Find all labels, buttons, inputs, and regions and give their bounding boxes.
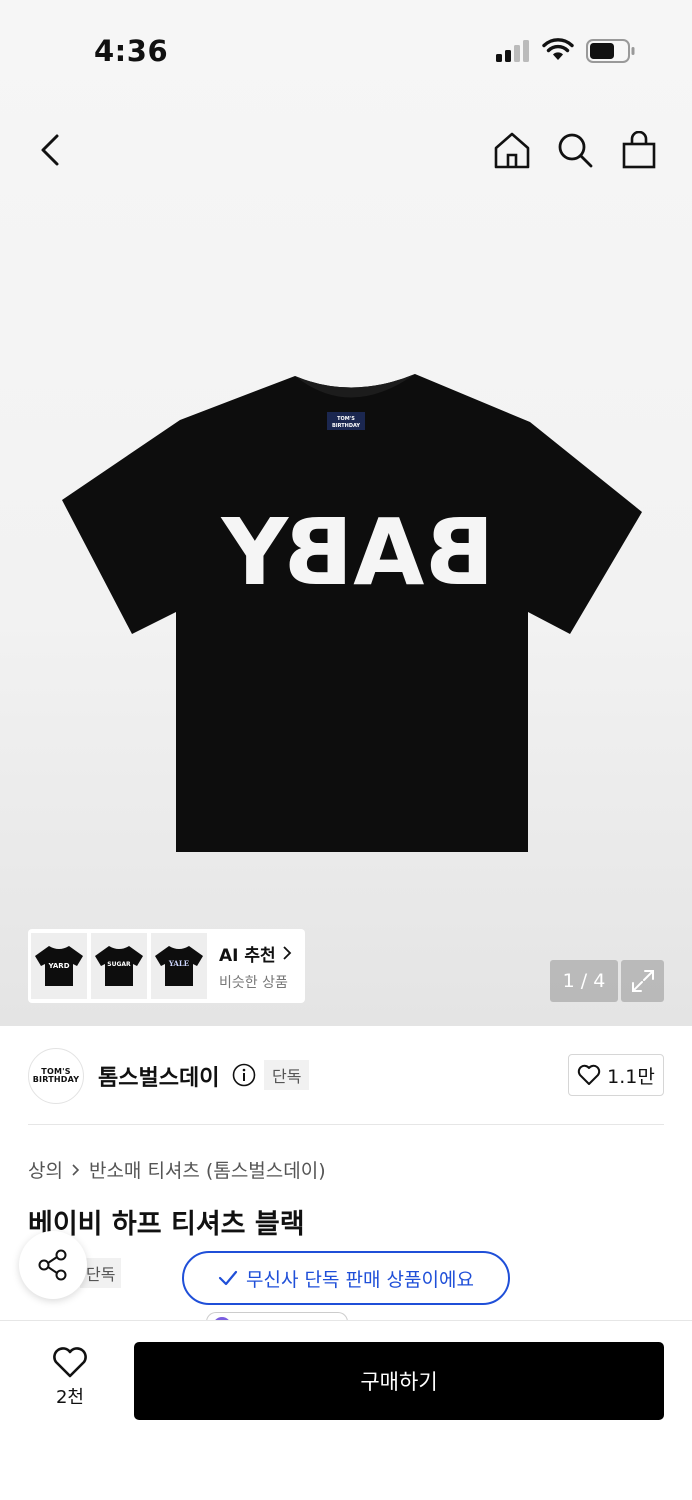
status-bar: 4:36 xyxy=(0,0,692,100)
breadcrumb-subcategory[interactable]: 반소매 티셔츠 (톰스벌스데이) xyxy=(89,1156,326,1183)
search-icon xyxy=(558,133,593,168)
chevron-right-icon xyxy=(283,946,291,960)
ai-recommend-card[interactable]: YARD SUGAR YALE AI 추천 비슷한 상품 xyxy=(28,929,305,1003)
svg-text:SUGAR: SUGAR xyxy=(107,961,131,968)
breadcrumb: 상의 반소매 티셔츠 (톰스벌스데이) xyxy=(28,1156,326,1183)
expand-image-button[interactable] xyxy=(621,960,664,1002)
product-image-area[interactable]: 4:36 TOM'S BIRTHDAY BABY YARD SUGAR YALE… xyxy=(0,0,692,1026)
ai-recommend-text: AI 추천 비슷한 상품 xyxy=(219,941,292,992)
check-icon xyxy=(218,1270,238,1286)
recommend-thumbnail[interactable]: SUGAR xyxy=(91,933,147,999)
toast-message: 무신사 단독 판매 상품이에요 xyxy=(246,1268,474,1291)
brand-like-count: 1.1만 xyxy=(607,1065,655,1088)
brand-row: TOM'S BIRTHDAY 톰스벌스데이 단독 1.1만 xyxy=(28,1046,664,1106)
shirt-print-text: BABY xyxy=(220,499,494,606)
bottom-action-bar: 2천 구매하기 xyxy=(0,1320,692,1500)
heart-icon xyxy=(53,1347,87,1378)
top-nav xyxy=(0,120,692,180)
expand-icon xyxy=(631,970,654,992)
wifi-icon xyxy=(542,38,574,60)
wishlist-button[interactable]: 2천 xyxy=(40,1347,100,1409)
brand-logo-line2: BIRTHDAY xyxy=(32,1075,80,1084)
share-button[interactable] xyxy=(19,1231,87,1299)
chevron-left-icon xyxy=(41,134,59,166)
chevron-right-icon xyxy=(72,1163,80,1176)
shopping-bag-icon xyxy=(622,131,656,169)
svg-text:YALE: YALE xyxy=(168,959,189,968)
home-button[interactable] xyxy=(490,128,534,172)
wishlist-count: 2천 xyxy=(55,1387,84,1408)
heart-icon xyxy=(577,1064,601,1085)
neck-label-line2: BIRTHDAY xyxy=(332,423,360,429)
info-icon[interactable] xyxy=(232,1063,256,1087)
brand-logo[interactable]: TOM'S BIRTHDAY xyxy=(28,1048,84,1104)
ai-recommend-subtitle: 비슷한 상품 xyxy=(219,974,288,991)
neck-label-line1: TOM'S xyxy=(337,416,355,422)
brand-like-button[interactable]: 1.1만 xyxy=(568,1054,664,1096)
product-image: TOM'S BIRTHDAY BABY xyxy=(62,374,642,852)
image-counter: 1 / 4 xyxy=(550,960,618,1002)
brand-name[interactable]: 톰스벌스데이 xyxy=(98,1060,219,1092)
svg-text:YARD: YARD xyxy=(47,962,69,970)
exclusive-toast: 무신사 단독 판매 상품이에요 xyxy=(182,1251,510,1305)
status-time: 4:36 xyxy=(94,34,169,68)
search-button[interactable] xyxy=(553,128,597,172)
recommend-thumbnail[interactable]: YARD xyxy=(31,933,87,999)
cart-button[interactable] xyxy=(617,128,661,172)
ai-recommend-title: AI 추천 xyxy=(219,945,276,966)
divider xyxy=(28,1124,664,1125)
back-button[interactable] xyxy=(28,128,72,172)
home-icon xyxy=(494,132,530,169)
cellular-signal-icon xyxy=(496,40,529,62)
share-icon xyxy=(38,1249,67,1281)
buy-button[interactable]: 구매하기 xyxy=(134,1342,664,1420)
brand-exclusive-tag: 단독 xyxy=(264,1060,310,1090)
breadcrumb-category[interactable]: 상의 xyxy=(28,1156,63,1183)
battery-icon xyxy=(586,39,635,63)
recommend-thumbnail[interactable]: YALE xyxy=(151,933,207,999)
